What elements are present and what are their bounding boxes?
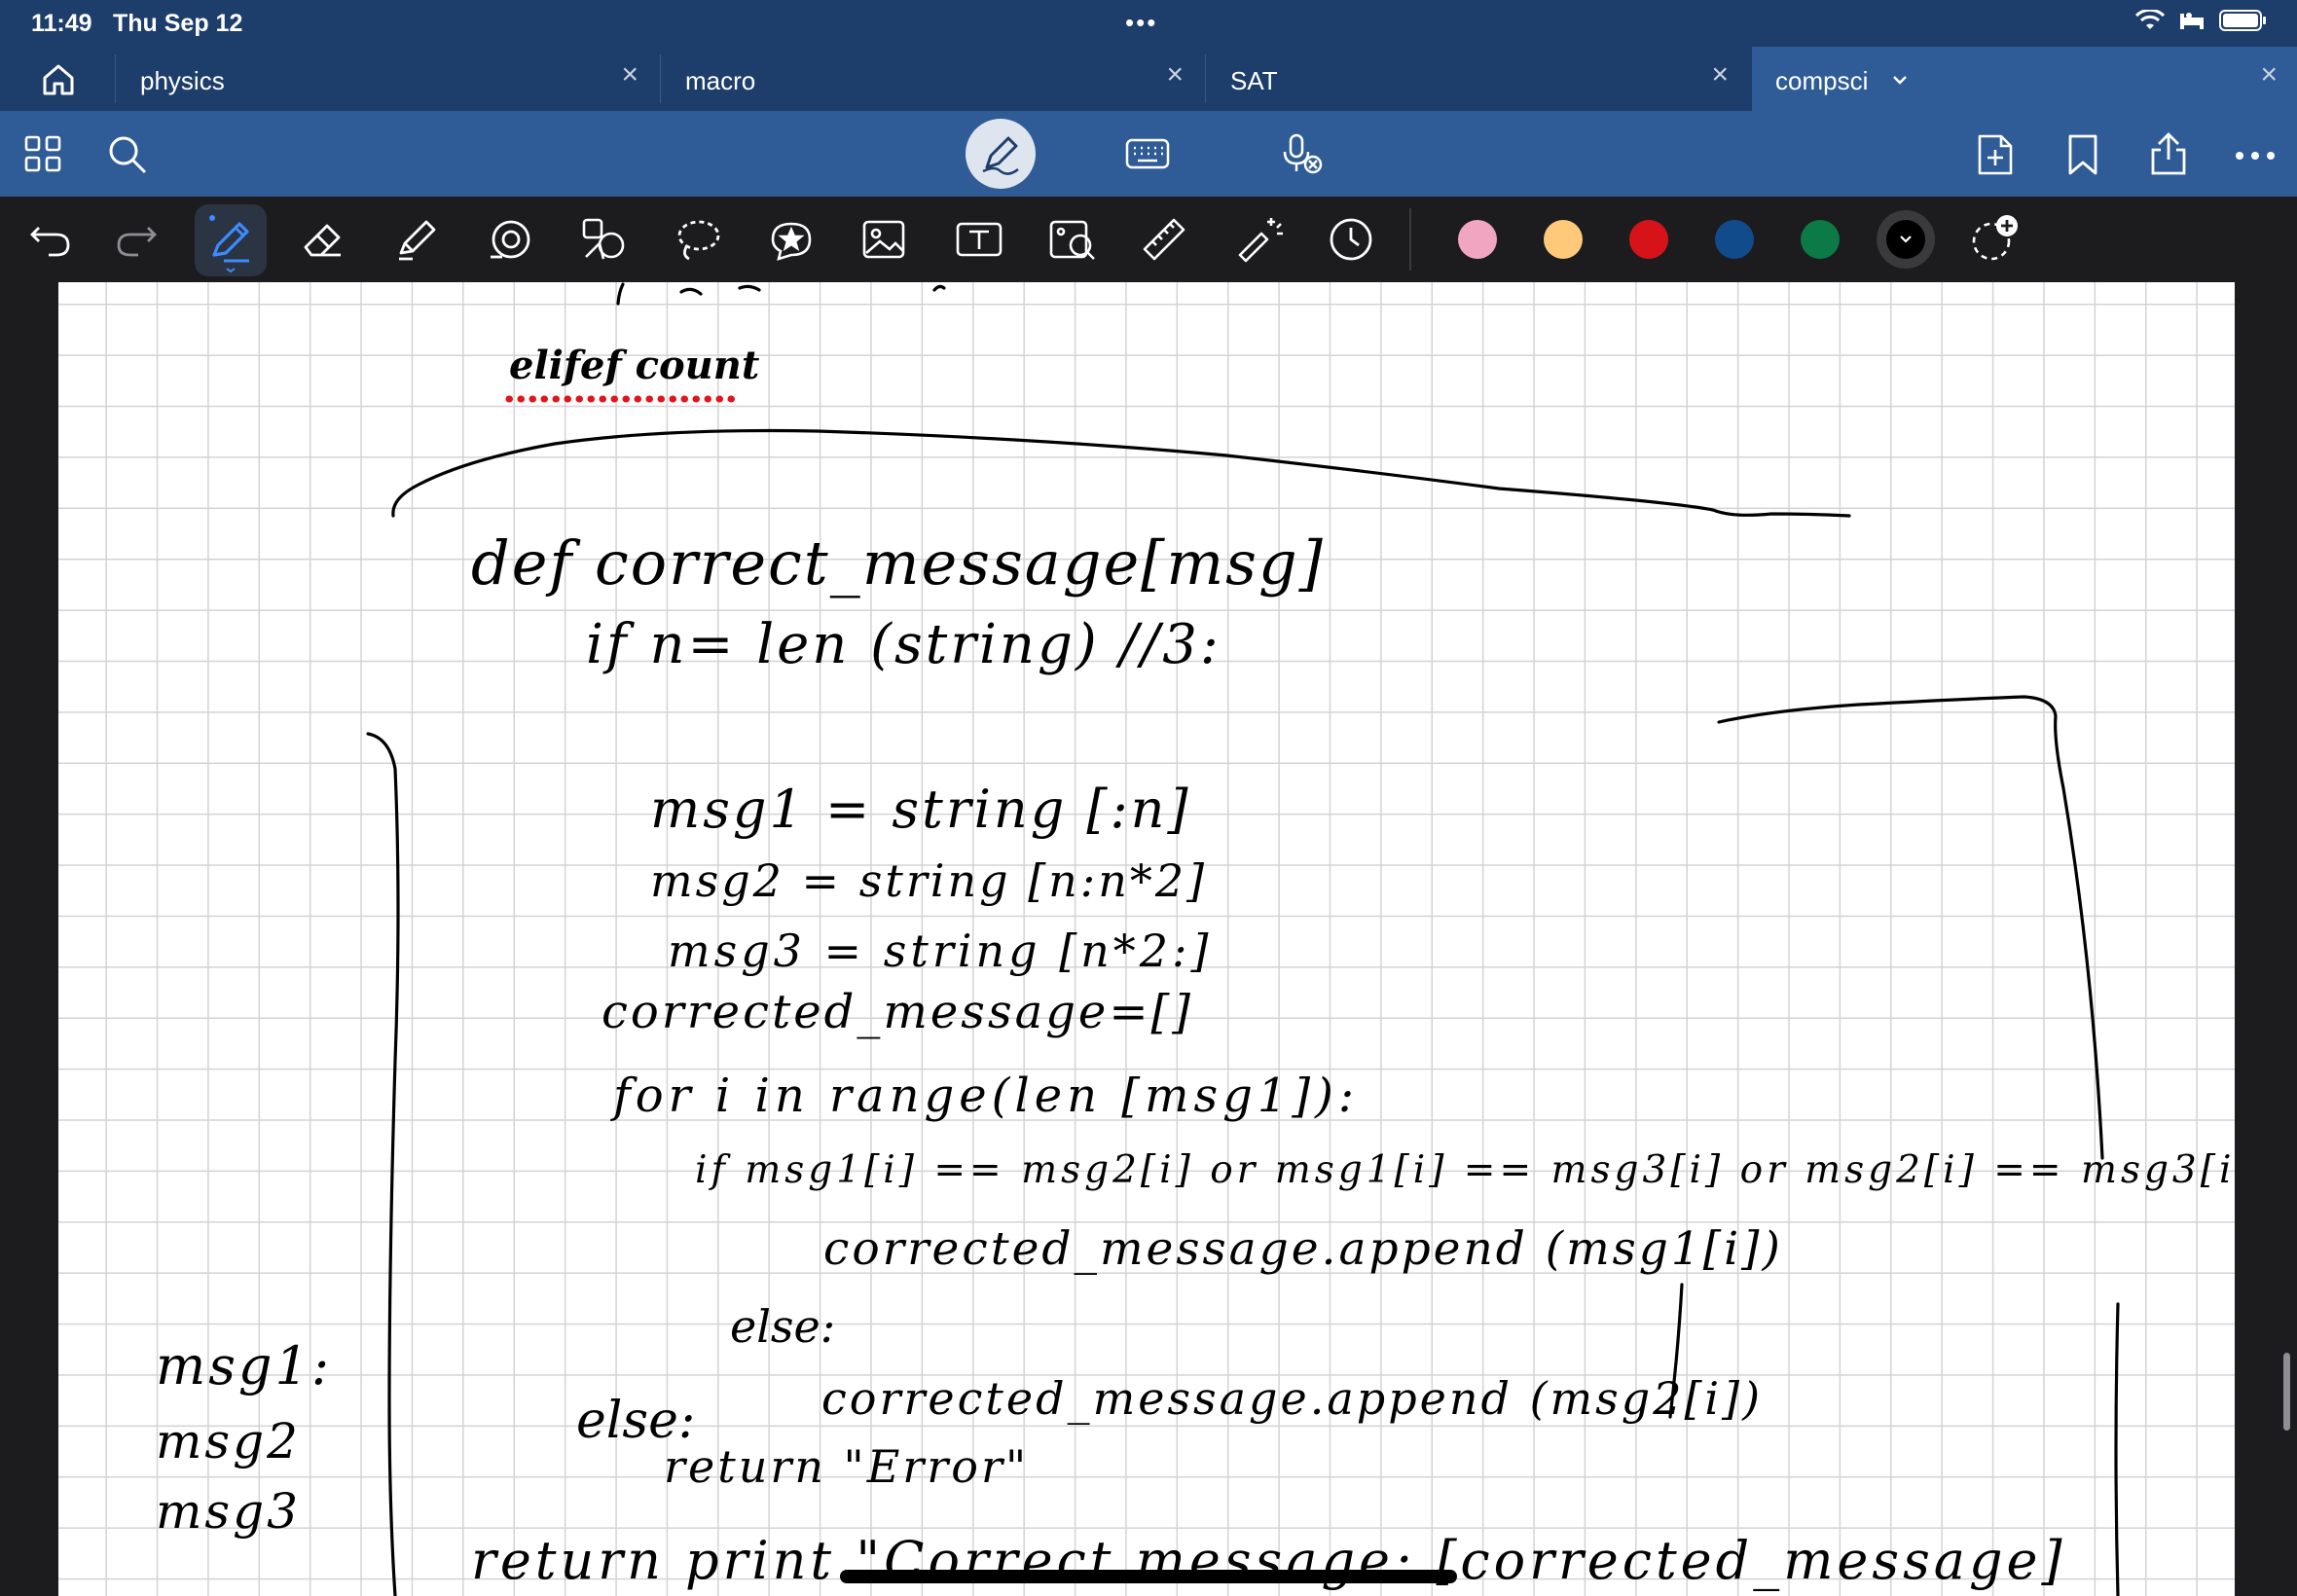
add-page-icon[interactable] xyxy=(1976,132,2015,182)
color-swatch-yellow[interactable] xyxy=(1544,220,1583,259)
chevron-down-icon xyxy=(1900,236,1912,243)
home-icon[interactable] xyxy=(39,60,78,104)
tools-toolbar xyxy=(0,197,2297,282)
close-icon[interactable]: × xyxy=(1166,58,1184,91)
ink-line: corrected_message=[] xyxy=(602,985,1193,1039)
search-icon[interactable] xyxy=(107,134,148,180)
close-icon[interactable]: × xyxy=(2260,58,2278,91)
pen-mode-icon[interactable] xyxy=(966,119,1036,194)
status-date: Thu Sep 12 xyxy=(113,10,243,37)
ink-line: corrected_message.append (msg1[i]) xyxy=(823,1222,1783,1276)
ink-line: if n= len (string) //3: xyxy=(586,613,1221,676)
history-icon[interactable] xyxy=(1328,216,1374,268)
ink-line: def correct_message[msg] xyxy=(471,527,1325,598)
pen-tool-icon[interactable] xyxy=(195,204,267,281)
ink-line: msg3 xyxy=(156,1483,301,1540)
eraser-icon[interactable] xyxy=(300,216,346,268)
more-icon[interactable] xyxy=(2235,148,2276,165)
redo-icon[interactable] xyxy=(115,220,158,264)
sleep-icon xyxy=(2180,13,2204,29)
tab-bar: physics × macro × SAT × compsci × xyxy=(0,47,2297,111)
tab-physics[interactable]: physics × xyxy=(117,47,658,111)
share-icon[interactable] xyxy=(2147,130,2190,182)
grid-icon[interactable] xyxy=(23,134,62,178)
lasso-icon[interactable] xyxy=(674,216,722,268)
ink-line: corrected_message.append (msg2[i]) xyxy=(821,1372,1764,1425)
tab-label: compsci xyxy=(1775,66,1869,95)
keyboard-icon[interactable] xyxy=(1125,136,1170,176)
ink-line: for i in range(len [msg1]): xyxy=(613,1069,1360,1123)
ink-line: if msg1[i] == msg2[i] or msg1[i] == msg3… xyxy=(695,1148,2235,1192)
tab-label: physics xyxy=(140,66,225,95)
ink-line: msg2 = string [n:n*2] xyxy=(650,854,1208,907)
color-swatch-red[interactable] xyxy=(1629,220,1668,259)
ink-line: return print "Correct message: [correcte… xyxy=(471,1530,2066,1591)
status-bar: 11:49 Thu Sep 12 ••• xyxy=(0,0,2297,47)
bookmark-icon[interactable] xyxy=(2065,132,2100,182)
mic-icon[interactable] xyxy=(1281,132,1324,180)
handwritten-text-layer: elifef count def correct_message[msg] if… xyxy=(58,282,2235,1596)
system-indicators xyxy=(2135,10,2268,31)
ink-line: msg1: xyxy=(156,1335,333,1396)
ink-line: elifef count xyxy=(509,343,760,388)
add-color-icon[interactable] xyxy=(1968,210,2023,270)
document-toolbar xyxy=(0,111,2297,197)
status-time: 11:49 xyxy=(31,10,92,37)
shapes-icon[interactable] xyxy=(487,216,535,268)
close-icon[interactable]: × xyxy=(1711,58,1729,91)
undo-icon[interactable] xyxy=(29,220,72,264)
element-icon[interactable] xyxy=(580,216,629,268)
color-swatch-blue[interactable] xyxy=(1715,220,1754,259)
multitasking-icon[interactable]: ••• xyxy=(1125,8,1157,38)
close-icon[interactable]: × xyxy=(621,58,638,91)
ink-line: msg3 = string [n*2:] xyxy=(668,925,1213,977)
color-swatch-black-selected[interactable] xyxy=(1877,210,1935,269)
wifi-icon xyxy=(2135,10,2165,29)
highlighter-icon[interactable] xyxy=(393,216,440,268)
color-swatch-pink[interactable] xyxy=(1458,220,1497,259)
battery-icon xyxy=(2219,10,2266,31)
ruler-icon[interactable] xyxy=(1141,216,1187,268)
tab-macro[interactable]: macro × xyxy=(662,47,1203,111)
tab-sat[interactable]: SAT × xyxy=(1207,47,1748,111)
tab-compsci[interactable]: compsci × xyxy=(1752,47,2297,111)
ink-line: msg2 xyxy=(156,1413,301,1469)
ink-line: msg1 = string [:n] xyxy=(650,779,1191,840)
laser-pointer-icon[interactable] xyxy=(1234,214,1285,270)
tab-label: macro xyxy=(685,66,756,95)
tab-label: SAT xyxy=(1230,66,1278,95)
ink-line: return "Error" xyxy=(664,1440,1030,1493)
vertical-scrollbar[interactable] xyxy=(2283,1353,2290,1431)
note-canvas[interactable]: elifef count def correct_message[msg] if… xyxy=(58,282,2235,1596)
sticker-icon[interactable] xyxy=(767,216,816,268)
ink-line: else: xyxy=(730,1300,836,1353)
camera-icon[interactable] xyxy=(1047,216,1098,268)
image-icon[interactable] xyxy=(860,216,907,268)
color-swatch-green[interactable] xyxy=(1801,220,1840,259)
chevron-down-icon[interactable] xyxy=(1890,66,1910,96)
text-box-icon[interactable] xyxy=(954,216,1004,268)
